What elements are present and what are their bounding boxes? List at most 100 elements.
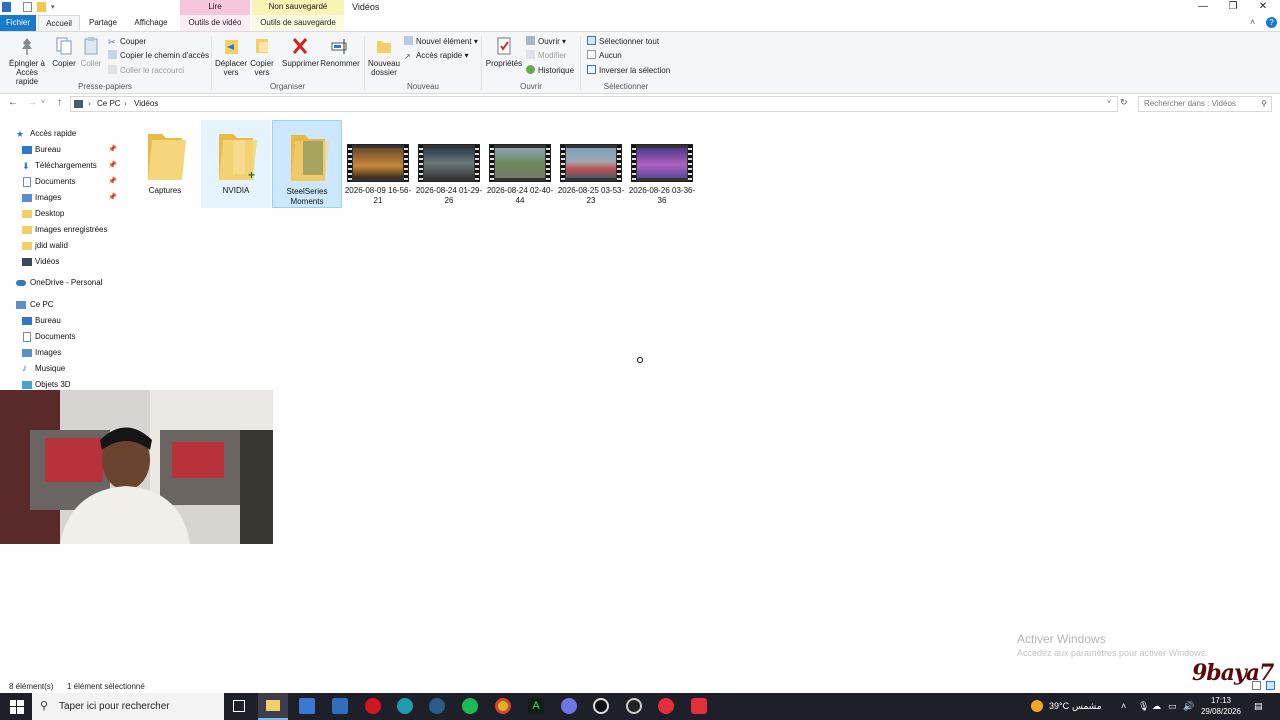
onedrive-tray-icon[interactable]: ☁ [1152,693,1161,720]
copy-to-button[interactable]: Copier vers [248,36,276,77]
ribbon-collapse-icon[interactable]: ˄ [1250,17,1255,27]
spotify-icon[interactable] [462,698,478,714]
back-arrow-icon[interactable]: ← [8,97,18,108]
tab-view[interactable]: Affichage [128,15,174,31]
app-a-icon[interactable]: A [528,698,544,714]
taskbar-search-placeholder: Taper ici pour rechercher [59,701,170,712]
history-button[interactable]: Historique [526,65,574,77]
maximize-button[interactable]: ❐ [1217,0,1249,15]
easy-access-button[interactable]: ↗ Accès rapide ▾ [404,50,469,62]
taskbar-search-input[interactable]: ⚲ Taper ici pour rechercher [32,693,224,720]
video-file[interactable]: 2026-08-24 02-40-44 [485,120,555,208]
start-button[interactable] [0,693,32,720]
search-icon: ⚲ [40,700,49,712]
folder-steelseries-moments[interactable]: SteelSeries Moments [272,120,342,208]
volume-icon[interactable]: 🔊 [1183,693,1194,720]
weather-condition[interactable]: مشمس [1072,693,1102,720]
nav-label: Bureau [35,316,61,325]
notification-icon[interactable]: ▤ [1254,693,1263,720]
delete-button[interactable]: Supprimer [282,36,319,68]
red-app-icon[interactable] [658,698,674,714]
tile-label: NVIDIA [222,186,250,195]
nav-qa-bureau[interactable]: Bureau 📌 [22,143,122,157]
properties-button[interactable]: Propriétés [485,36,523,68]
tray-overflow-icon[interactable]: ˄ [1121,693,1126,720]
quick-access-dropdown-icon[interactable]: ▾ [51,3,55,11]
store-icon[interactable] [299,698,315,714]
tab-backup-tools[interactable]: Outils de sauvegarde [252,15,344,31]
steelseries-icon[interactable] [593,698,609,714]
film-strip [490,145,494,181]
video-file[interactable]: 2026-08-24 01-29-26 [414,120,484,208]
microphone-icon[interactable]: 🎙 [1138,693,1149,720]
help-icon[interactable]: ? [1266,17,1277,28]
copy-button[interactable]: Copier [51,36,77,68]
pin-quick-access-button[interactable]: Épingler à Accès rapide [4,36,50,86]
edge-icon[interactable] [397,698,413,714]
tile-label: SteelSeries Moments [286,187,328,206]
open-button[interactable]: Ouvrir ▾ [526,36,566,48]
pc-icon [16,301,26,309]
minimize-button[interactable]: — [1187,0,1219,15]
refresh-icon[interactable]: ↻ [1120,97,1128,108]
paste-button[interactable]: Coller [79,36,103,68]
nav-qa-images[interactable]: Images 📌 [22,191,122,205]
select-none-button[interactable]: Aucun [587,50,622,62]
nav-onedrive-label: OneDrive - Personal [30,278,103,287]
tile-label: 2026-08-25 03-53-23 [557,186,625,205]
weather-icon[interactable] [1031,700,1043,712]
breadcrumb-videos[interactable]: Vidéos [134,99,158,108]
nav-qa-downloads[interactable]: ⬇ Téléchargements 📌 [22,159,122,173]
folder-nvidia[interactable]: + NVIDIA [201,120,271,208]
chrome-icon[interactable] [495,698,511,714]
new-item-button[interactable]: Nouvel élément ▾ [404,36,478,48]
tab-share[interactable]: Partage [82,15,124,31]
move-to-button[interactable]: Déplacer vers [214,36,248,77]
cut-button[interactable]: ✂ Couper [108,36,146,48]
music-icon: ♪ [22,363,27,374]
tile-label: 2026-08-24 01-29-26 [415,186,483,205]
properties-quick-icon[interactable] [23,2,32,12]
invert-selection-button[interactable]: Inverser la sélection [587,65,670,77]
opera-icon[interactable] [365,698,381,714]
network-icon[interactable]: ▭ [1168,693,1177,720]
new-folder-quick-icon[interactable] [37,2,46,12]
task-view-icon[interactable] [233,700,245,712]
edit-button[interactable]: Modifier [526,50,566,62]
tab-video-tools[interactable]: Outils de vidéo [180,15,250,31]
video-file[interactable]: 2026-08-26 03-36-36 [627,120,697,208]
recent-dropdown-icon[interactable]: ˅ [41,99,45,106]
weather-temperature[interactable]: 39°C [1049,693,1069,720]
video-file[interactable]: 2026-08-25 03-53-23 [556,120,626,208]
breadcrumb-pc[interactable]: Ce PC [97,99,121,108]
tab-home[interactable]: Accueil [38,15,80,31]
tile-label: 2026-08-24 02-40-44 [486,186,554,205]
gauge-app-icon[interactable] [626,698,642,714]
video-frame [637,148,687,178]
new-folder-button[interactable]: Nouveau dossier [367,36,401,77]
tab-file[interactable]: Fichier [0,15,36,31]
select-all-button[interactable]: Sélectionner tout [587,36,659,48]
nav-qa-documents[interactable]: Documents 📌 [22,175,122,189]
film-strip [617,145,621,181]
address-dropdown-icon[interactable]: ˅ [1107,99,1111,106]
rename-button[interactable]: Renommer [320,36,360,68]
navigation-pane: ★ Accès rapide Bureau 📌 ⬇ Téléchargement… [0,120,128,390]
pin-icon: 📌 [108,146,117,153]
copy-path-button[interactable]: Copier le chemin d'accès [108,50,209,62]
recording-app-icon[interactable] [691,698,707,714]
paste-shortcut-button[interactable]: Coller le raccourci [108,65,184,77]
up-arrow-icon[interactable]: ↑ [57,97,62,108]
folder-captures[interactable]: Captures [130,120,200,208]
address-bar[interactable]: › Ce PC › Vidéos ˅ [70,96,1118,112]
taskbar-clock[interactable]: 17:13 29/08/2026 [1197,695,1245,717]
video-thumbnail [489,144,551,182]
search-input[interactable]: Rechercher dans : Vidéos ⚲ [1138,96,1272,112]
discord-icon[interactable] [561,698,577,714]
forward-arrow-icon[interactable]: → [27,97,37,108]
steam-icon[interactable] [429,698,445,714]
close-button[interactable]: ✕ [1247,0,1279,15]
busy-cursor-icon [637,357,643,363]
mail-icon[interactable] [332,698,348,714]
video-file[interactable]: 2026-08-09 16-56-21 [343,120,413,208]
